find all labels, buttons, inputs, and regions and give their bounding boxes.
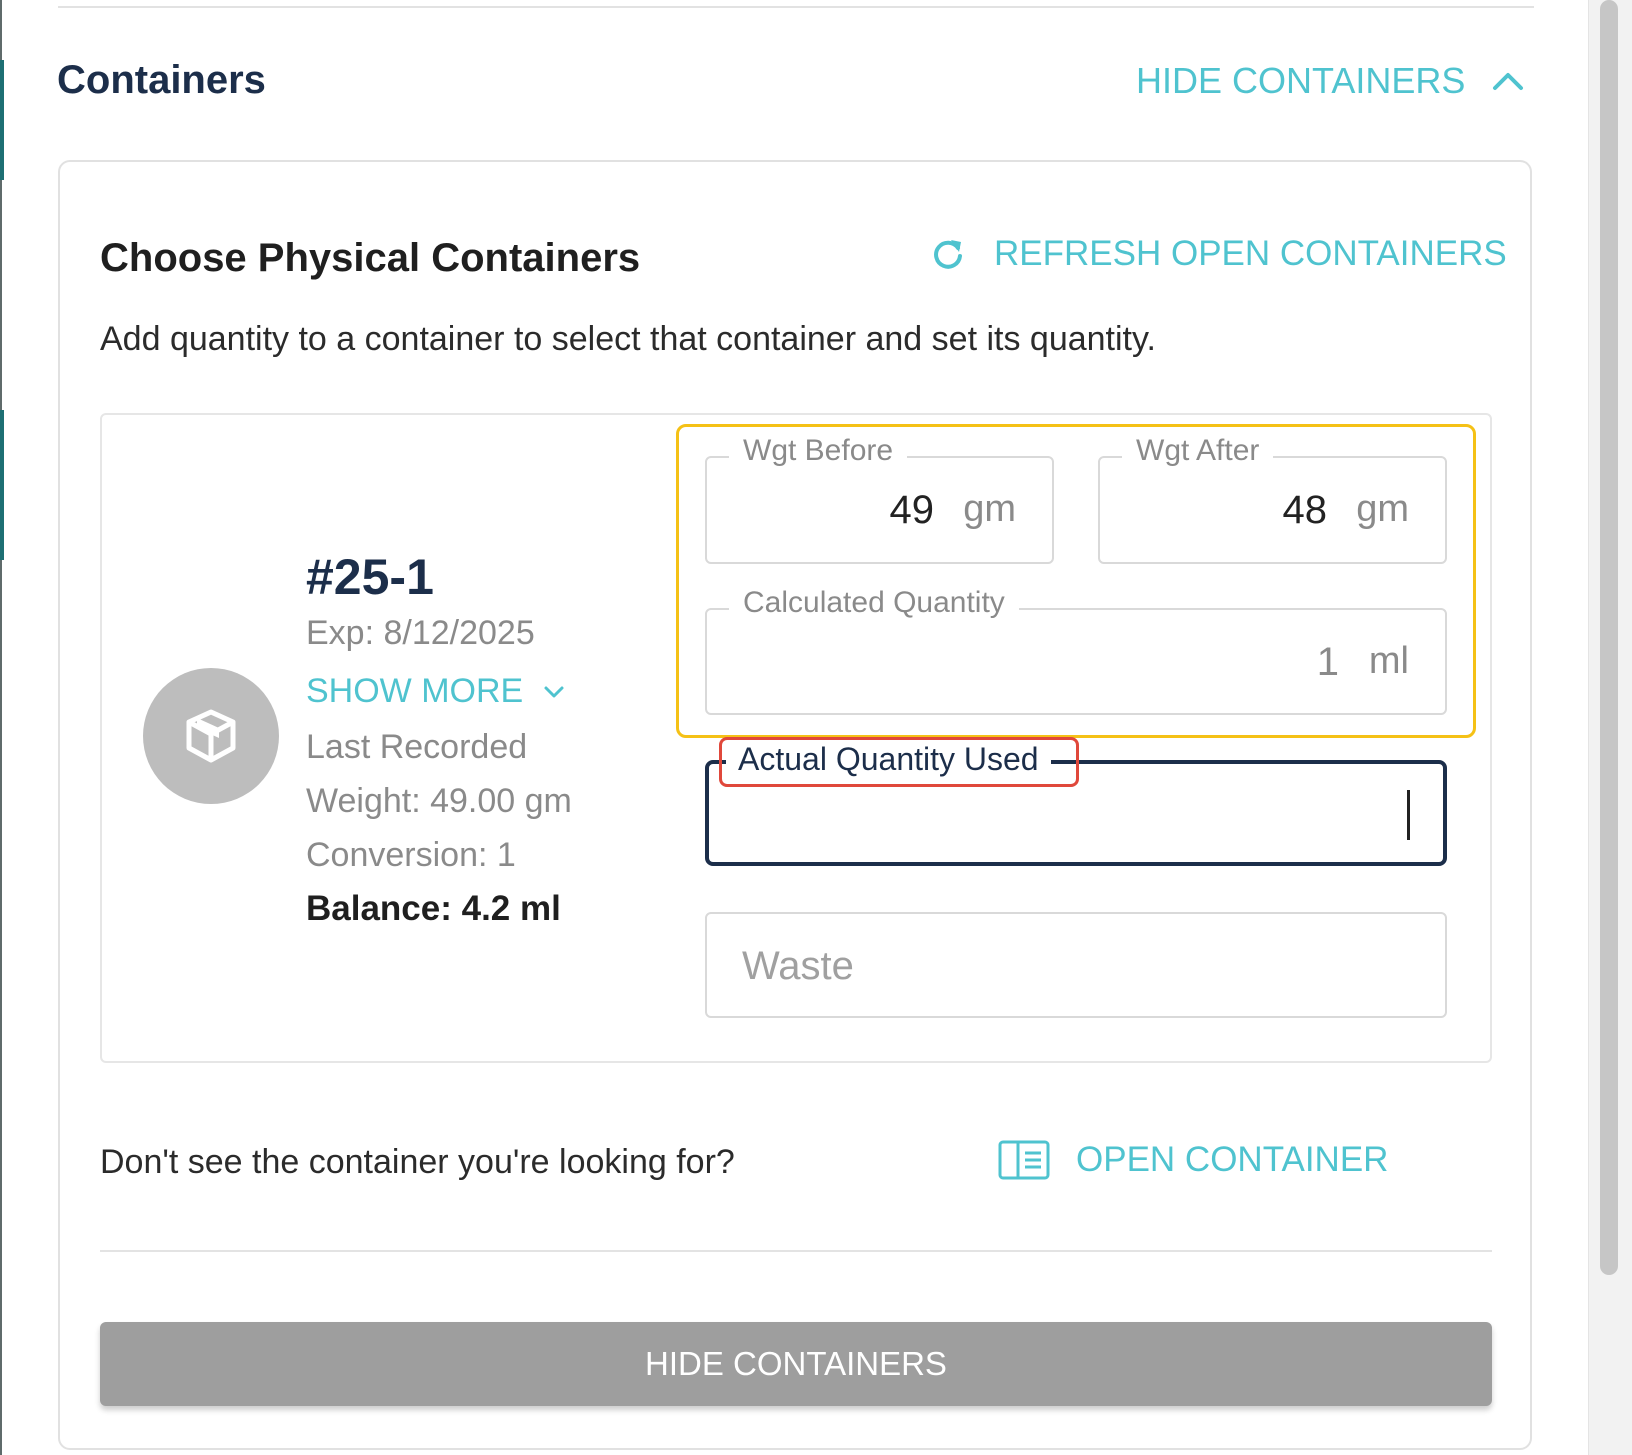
open-container-button[interactable]: OPEN CONTAINER (998, 1140, 1388, 1180)
card-title: Choose Physical Containers (100, 236, 641, 280)
actual-quantity-label-highlight (719, 737, 1079, 787)
section-title: Containers (57, 58, 266, 102)
container-avatar (143, 668, 279, 804)
window-edge (0, 0, 2, 1455)
container-id: #25-1 (306, 549, 434, 605)
open-book-icon (998, 1140, 1050, 1180)
text-caret (1407, 790, 1410, 840)
card-description: Add quantity to a container to select th… (100, 320, 1156, 358)
waste-placeholder: Waste (742, 944, 854, 988)
conversion-value: Conversion: 1 (306, 836, 516, 874)
last-recorded-label: Last Recorded (306, 728, 528, 766)
hide-containers-button[interactable]: HIDE CONTAINERS (100, 1322, 1492, 1406)
open-container-label: OPEN CONTAINER (1076, 1140, 1389, 1179)
refresh-icon (934, 240, 962, 269)
balance-value: Balance: 4.2 ml (306, 889, 561, 928)
scrollbar-thumb[interactable] (1600, 0, 1618, 1275)
top-divider (58, 6, 1534, 8)
window-edge-accent (0, 410, 4, 560)
hide-containers-link[interactable]: HIDE CONTAINERS (1136, 60, 1525, 102)
footer-divider (100, 1250, 1492, 1252)
missing-container-prompt: Don't see the container you're looking f… (100, 1143, 735, 1181)
window-edge-accent (0, 60, 4, 180)
refresh-label: REFRESH OPEN CONTAINERS (994, 234, 1507, 273)
box-icon (186, 709, 236, 763)
hide-containers-label: HIDE CONTAINERS (1136, 60, 1466, 101)
refresh-open-containers-button[interactable]: REFRESH OPEN CONTAINERS (930, 234, 1507, 274)
chevron-up-icon (1493, 73, 1524, 90)
show-more-label: SHOW MORE (306, 672, 524, 710)
last-recorded-weight: Weight: 49.00 gm (306, 782, 572, 820)
weight-fields-highlight (676, 424, 1476, 738)
chevron-down-icon (544, 686, 564, 697)
container-expiry: Exp: 8/12/2025 (306, 614, 535, 652)
show-more-link[interactable]: SHOW MORE (306, 672, 565, 711)
